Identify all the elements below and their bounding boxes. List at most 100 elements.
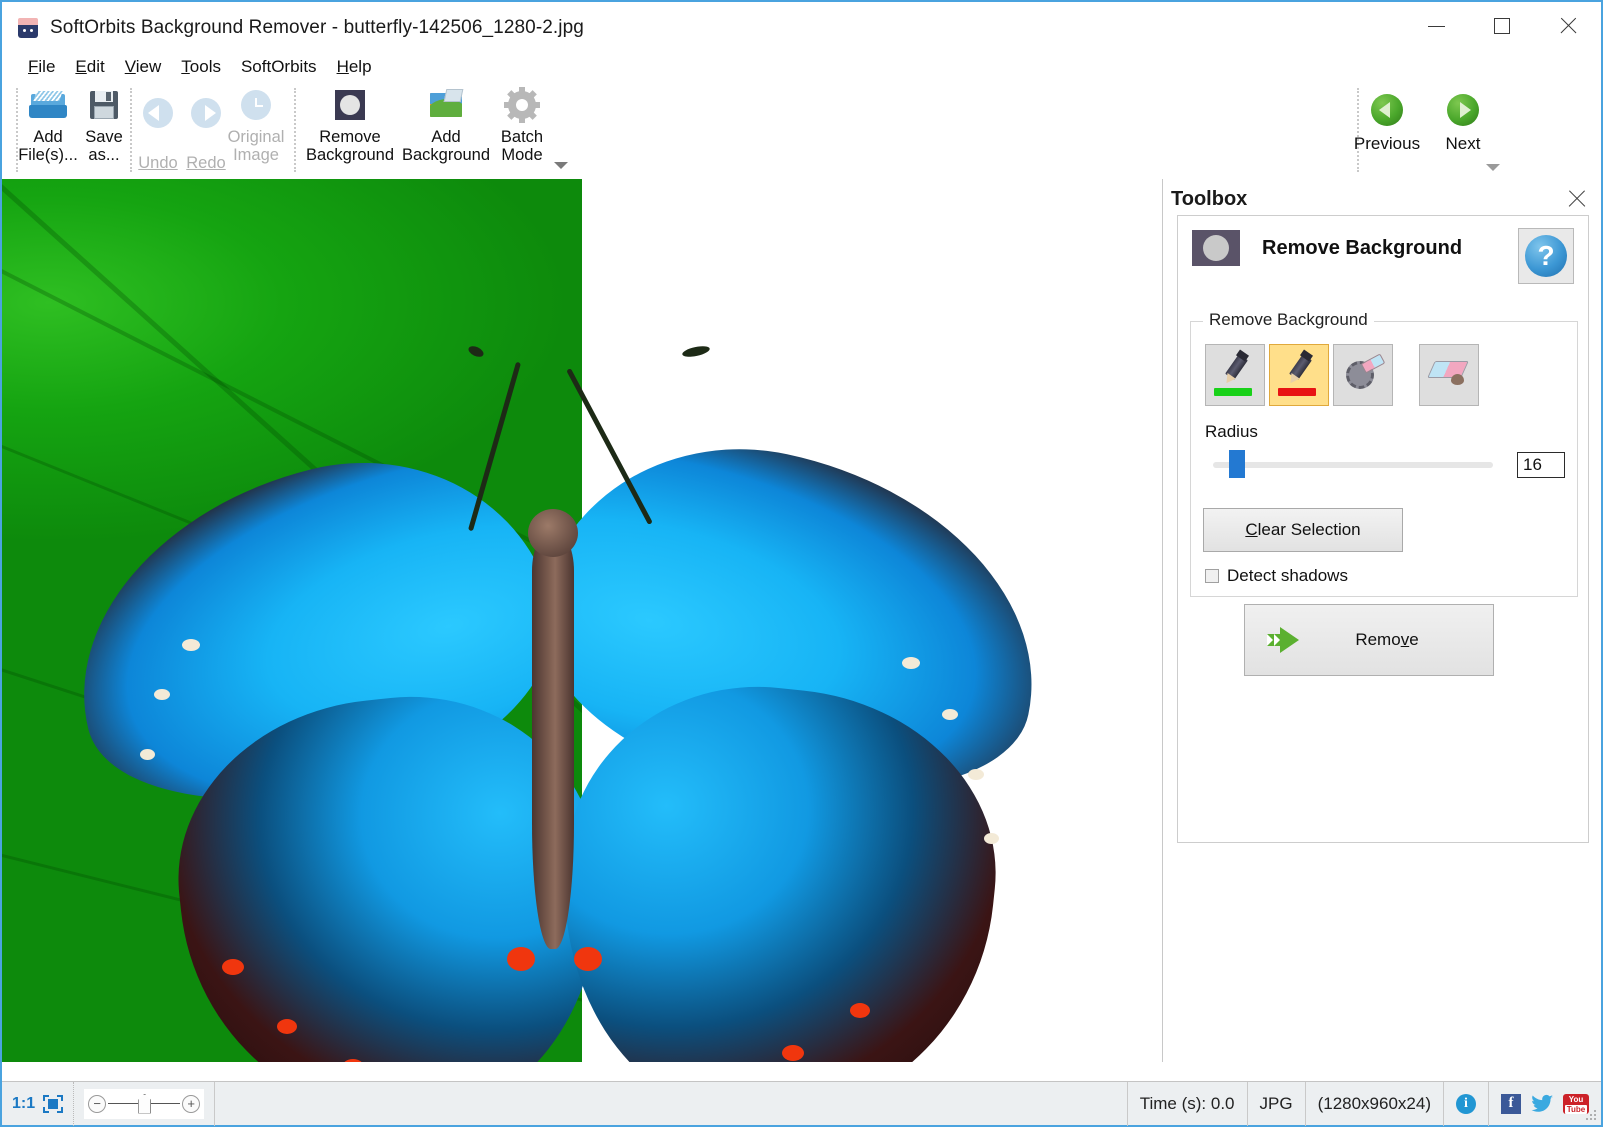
image-canvas[interactable] — [2, 179, 1160, 1062]
pencil-icon — [1220, 355, 1250, 385]
title-bar: SoftOrbits Background Remover - butterfl… — [2, 2, 1601, 54]
eraser-wheel-icon — [1346, 357, 1382, 391]
next-button[interactable]: Next — [1425, 88, 1501, 154]
remove-background-group: Remove Background — [1190, 321, 1578, 597]
clear-selection-button[interactable]: Clear Selection — [1203, 508, 1403, 552]
group-legend: Remove Background — [1203, 310, 1374, 330]
remove-button[interactable]: Remove — [1244, 604, 1494, 676]
undo-icon — [139, 94, 177, 132]
toolbox-card: Remove Background ? Remove Background — [1177, 215, 1589, 843]
butterfly-antenna-left — [468, 362, 521, 532]
toolbox-panel: Toolbox Remove Background ? Remove Backg… — [1162, 179, 1601, 1062]
zoom-ratio-cell: 1:1 — [2, 1082, 74, 1126]
zoom-in-button[interactable]: + — [182, 1095, 200, 1113]
menu-edit[interactable]: Edit — [65, 55, 114, 79]
radius-slider-thumb[interactable] — [1229, 450, 1245, 478]
clock-icon — [237, 86, 275, 124]
close-icon — [1559, 17, 1577, 35]
menu-help[interactable]: Help — [327, 55, 382, 79]
radius-label: Radius — [1205, 422, 1258, 442]
zoom-slider[interactable]: − + — [84, 1089, 204, 1119]
add-files-icon — [29, 86, 67, 124]
menu-softorbits[interactable]: SoftOrbits — [231, 55, 327, 79]
maximize-icon — [1494, 18, 1510, 34]
time-cell: Time (s): 0.0 — [1128, 1082, 1248, 1126]
window-controls — [1403, 2, 1601, 50]
remove-background-label-line1: Remove — [319, 128, 380, 146]
resize-grip[interactable] — [1585, 1109, 1597, 1121]
minimize-button[interactable] — [1403, 2, 1469, 50]
facebook-icon[interactable]: f — [1501, 1094, 1521, 1114]
previous-arrow-icon — [1371, 94, 1403, 126]
magic-wand-eraser-tool[interactable] — [1333, 344, 1393, 406]
help-button[interactable]: ? — [1518, 228, 1574, 284]
batch-mode-button[interactable]: Batch Mode — [494, 82, 550, 172]
toolbar-separator-2 — [294, 88, 296, 172]
clear-selection-mnemonic: C — [1245, 520, 1257, 539]
remove-background-label-line2: Background — [306, 146, 394, 164]
zoom-out-button[interactable]: − — [88, 1095, 106, 1113]
active-tool-header: Remove Background — [1192, 230, 1462, 266]
save-as-button[interactable]: Save as... — [76, 82, 132, 172]
zoom-slider-thumb[interactable] — [138, 1094, 151, 1114]
save-icon — [85, 86, 123, 124]
app-icon — [18, 18, 38, 38]
menu-file[interactable]: File — [18, 55, 65, 79]
application-window: SoftOrbits Background Remover - butterfl… — [0, 0, 1603, 1127]
add-background-label-line2: Background — [402, 146, 490, 164]
info-icon[interactable]: i — [1456, 1094, 1476, 1114]
eraser-tool[interactable] — [1419, 344, 1479, 406]
pencil-icon — [1284, 355, 1314, 385]
status-bar: 1:1 − + Time (s): 0.0 JPG (1280x960x24) … — [2, 1081, 1601, 1125]
maximize-button[interactable] — [1469, 2, 1535, 50]
dimensions-cell: (1280x960x24) — [1306, 1082, 1444, 1126]
minimize-icon — [1428, 26, 1445, 27]
previous-button[interactable]: Previous — [1349, 88, 1425, 154]
clear-selection-label: lear Selection — [1258, 520, 1361, 539]
red-stroke-indicator — [1278, 388, 1316, 396]
save-as-label-line2: as... — [88, 146, 119, 164]
detect-shadows-label: Detect shadows — [1227, 566, 1348, 586]
keep-area-pencil-tool[interactable] — [1205, 344, 1265, 406]
next-arrow-icon — [1447, 94, 1479, 126]
undo-label: Undo — [138, 154, 177, 172]
menu-tools[interactable]: Tools — [171, 55, 231, 79]
remove-background-icon — [1192, 230, 1240, 266]
original-image-button[interactable]: Original Image — [228, 82, 284, 172]
detect-shadows-row[interactable]: Detect shadows — [1205, 566, 1348, 586]
add-background-button[interactable]: Add Background — [400, 82, 492, 172]
toolbox-header: Toolbox — [1163, 179, 1602, 219]
add-background-icon — [427, 86, 465, 124]
butterfly-image — [62, 259, 1142, 1062]
zoom-ratio-label[interactable]: 1:1 — [12, 1095, 35, 1113]
ribbon-collapse-arrow-right[interactable] — [1486, 164, 1500, 171]
active-tool-name: Remove Background — [1262, 237, 1462, 260]
twitter-icon[interactable] — [1531, 1094, 1553, 1114]
batch-mode-label-line1: Batch — [501, 128, 543, 146]
green-stroke-indicator — [1214, 388, 1252, 396]
remove-button-label-end: e — [1409, 630, 1418, 649]
menu-view[interactable]: View — [115, 55, 172, 79]
status-bar-spacer — [215, 1082, 1128, 1126]
green-arrow-icon — [1265, 626, 1301, 654]
info-cell[interactable]: i — [1444, 1082, 1489, 1126]
redo-button[interactable]: Redo — [178, 90, 234, 180]
next-label: Next — [1446, 134, 1481, 154]
butterfly-antenna-tip-left — [467, 344, 485, 359]
close-button[interactable] — [1535, 2, 1601, 50]
remove-button-mnemonic: v — [1401, 630, 1410, 649]
remove-background-button[interactable]: Remove Background — [304, 82, 396, 172]
radius-input[interactable]: 16 — [1517, 452, 1565, 478]
fit-to-window-icon[interactable] — [43, 1095, 63, 1113]
add-files-button[interactable]: Add File(s)... — [20, 82, 76, 172]
redo-icon — [187, 94, 225, 132]
detect-shadows-checkbox[interactable] — [1205, 569, 1219, 583]
radius-slider[interactable] — [1213, 454, 1493, 476]
toolbox-close-icon[interactable] — [1566, 188, 1588, 210]
redo-label: Redo — [186, 154, 225, 172]
radius-slider-track — [1213, 462, 1493, 468]
ribbon-collapse-arrow-left[interactable] — [554, 162, 568, 169]
youtube-line2: Tube — [1565, 1105, 1587, 1114]
add-files-label-line2: File(s)... — [18, 146, 78, 164]
remove-area-pencil-tool[interactable] — [1269, 344, 1329, 406]
